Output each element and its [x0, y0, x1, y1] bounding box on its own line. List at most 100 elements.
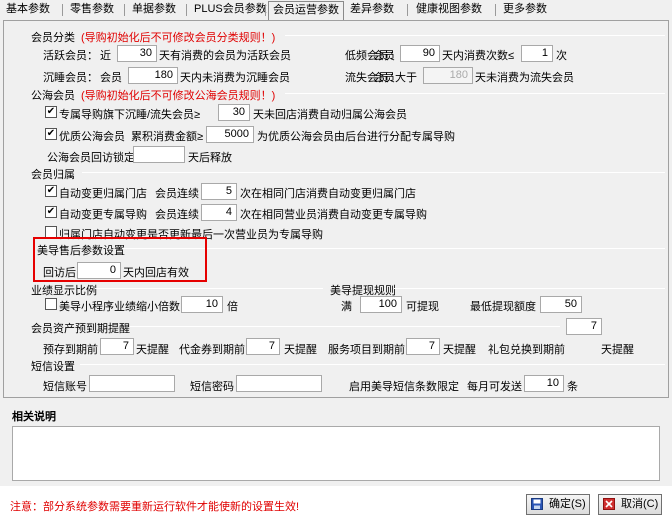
- active-member-pre: 近: [100, 50, 111, 62]
- active-member-suffix: 天有消费的会员为活跃会员: [159, 50, 291, 62]
- belong-opt2-input[interactable]: 4: [201, 204, 237, 221]
- divider: [394, 288, 665, 289]
- tab-retail[interactable]: 零售参数: [66, 1, 118, 19]
- sleep-member-pre: 会员: [100, 72, 122, 84]
- tab-documents[interactable]: 单据参数: [128, 1, 180, 19]
- sleep-days-input[interactable]: 180: [128, 67, 178, 84]
- lost-member-pre: 会员大于: [373, 72, 417, 84]
- tab-divider: [407, 4, 408, 16]
- belong-opt2-label: 自动变更专属导购: [59, 209, 147, 221]
- coupon-label: 代金券到期前: [179, 344, 245, 356]
- member-class-title: 会员分类: [31, 32, 75, 44]
- save-icon: [531, 498, 543, 510]
- coupon-input[interactable]: 7: [246, 338, 280, 355]
- sms-password-label: 短信密码: [190, 381, 234, 393]
- tab-divider: [265, 4, 266, 16]
- member-belong-title: 会员归属: [31, 169, 75, 181]
- low-freq-mid: 天内消费次数≤: [442, 50, 515, 62]
- tab-bar: 基本参数 零售参数 单据参数 PLUS会员参数 会员运营参数 差异参数 健康视图…: [0, 0, 672, 20]
- belong-opt1-input[interactable]: 5: [201, 183, 237, 200]
- active-member-label: 活跃会员：: [43, 50, 98, 62]
- public-opt2-mid: 累积消费金额≥: [131, 131, 204, 143]
- withdraw-full-input[interactable]: 100: [360, 296, 402, 313]
- cancel-button-label: 取消(C): [621, 498, 659, 510]
- public-lock-label: 公海会员回访锁定: [47, 152, 135, 164]
- divider: [80, 364, 665, 365]
- service-input[interactable]: 7: [406, 338, 440, 355]
- low-freq-count-input[interactable]: 1: [521, 45, 553, 62]
- public-lock-suffix: 天后释放: [188, 152, 232, 164]
- public-lock-input[interactable]: [133, 146, 185, 163]
- tab-divider: [186, 4, 187, 16]
- public-opt2-checkbox[interactable]: ✔: [45, 128, 57, 140]
- public-member-title: 公海会员: [31, 90, 75, 102]
- gift-suffix: 天提醒: [601, 344, 634, 356]
- tab-difference[interactable]: 差异参数: [346, 1, 398, 19]
- public-opt1-checkbox[interactable]: ✔: [45, 106, 57, 118]
- member-class-warning: (导购初始化后不可修改会员分类规则！): [81, 32, 276, 44]
- footer-notice: 注意：部分系统参数需要重新运行软件才能使新的设置生效!: [10, 501, 300, 513]
- sms-password-input[interactable]: [236, 375, 322, 392]
- performance-suffix: 倍: [227, 301, 238, 313]
- close-icon: [603, 498, 615, 510]
- tab-more[interactable]: 更多参数: [499, 1, 551, 19]
- sms-limit-label: 启用美导短信条数限定: [349, 381, 459, 393]
- low-freq-pre: 会员: [373, 50, 395, 62]
- public-opt1-input[interactable]: 30: [218, 104, 250, 121]
- sms-monthly-suffix: 条: [567, 381, 578, 393]
- withdraw-full-label: 满: [341, 301, 352, 313]
- assets-top-input[interactable]: 7: [566, 318, 602, 335]
- stock-input[interactable]: 7: [100, 338, 134, 355]
- tab-divider: [62, 4, 63, 16]
- description-title: 相关说明: [12, 411, 56, 423]
- performance-label: 美导小程序业绩缩小倍数: [59, 301, 180, 313]
- performance-checkbox[interactable]: [45, 298, 57, 310]
- belong-opt1-mid: 会员连续: [155, 188, 199, 200]
- sms-monthly-label: 每月可发送: [467, 381, 522, 393]
- public-opt2-label: 优质公海会员: [59, 131, 125, 143]
- low-freq-suffix: 次: [556, 50, 567, 62]
- divider: [285, 35, 665, 36]
- assets-title: 会员资产预到期提醒: [31, 323, 130, 335]
- low-freq-days-input[interactable]: 90: [400, 45, 440, 62]
- sms-account-input[interactable]: [89, 375, 175, 392]
- public-opt2-suffix: 为优质公海会员由后台进行分配专属导购: [257, 131, 455, 143]
- divider: [285, 93, 665, 94]
- withdraw-min-input[interactable]: 50: [540, 296, 582, 313]
- sms-monthly-input[interactable]: 10: [524, 375, 564, 392]
- ok-button-label: 确定(S): [549, 498, 586, 510]
- tab-divider: [495, 4, 496, 16]
- stock-label: 预存到期前: [43, 344, 98, 356]
- tab-basic[interactable]: 基本参数: [2, 1, 54, 19]
- belong-opt1-checkbox[interactable]: ✔: [45, 185, 57, 197]
- divider: [130, 326, 560, 327]
- active-days-input[interactable]: 30: [117, 45, 157, 62]
- tab-plus-member[interactable]: PLUS会员参数: [190, 1, 271, 19]
- public-opt1-suffix: 天未回店消费自动归属公海会员: [253, 109, 407, 121]
- tab-member-operation[interactable]: 会员运营参数: [268, 1, 344, 20]
- divider: [82, 172, 665, 173]
- withdraw-min-label: 最低提现额度: [470, 301, 536, 313]
- tab-health-view[interactable]: 健康视图参数: [412, 1, 486, 19]
- belong-opt2-checkbox[interactable]: ✔: [45, 206, 57, 218]
- description-box: [12, 426, 660, 481]
- divider: [95, 288, 323, 289]
- performance-input[interactable]: 10: [181, 296, 223, 313]
- stock-suffix: 天提醒: [136, 344, 169, 356]
- ok-button[interactable]: 确定(S): [526, 494, 590, 515]
- sleep-member-label: 沉睡会员：: [43, 72, 98, 84]
- service-label: 服务项目到期前: [328, 344, 405, 356]
- lost-days-input[interactable]: 180: [423, 67, 473, 84]
- cancel-button[interactable]: 取消(C): [598, 494, 662, 515]
- belong-opt1-suffix: 次在相同门店消费自动变更归属门店: [240, 188, 416, 200]
- coupon-suffix: 天提醒: [284, 344, 317, 356]
- belong-opt2-suffix: 次在相同营业员消费自动变更专属导购: [240, 209, 427, 221]
- highlight-box: [33, 237, 207, 282]
- performance-title: 业绩显示比例: [31, 285, 97, 297]
- withdraw-full-suffix: 可提现: [406, 301, 439, 313]
- public-member-warning: (导购初始化后不可修改公海会员规则！): [81, 90, 276, 102]
- public-opt1-label: 专属导购旗下沉睡/流失会员≥: [59, 109, 201, 121]
- public-opt2-input[interactable]: 5000: [206, 126, 254, 143]
- lost-member-suffix: 天未消费为流失会员: [475, 72, 574, 84]
- tab-divider: [124, 4, 125, 16]
